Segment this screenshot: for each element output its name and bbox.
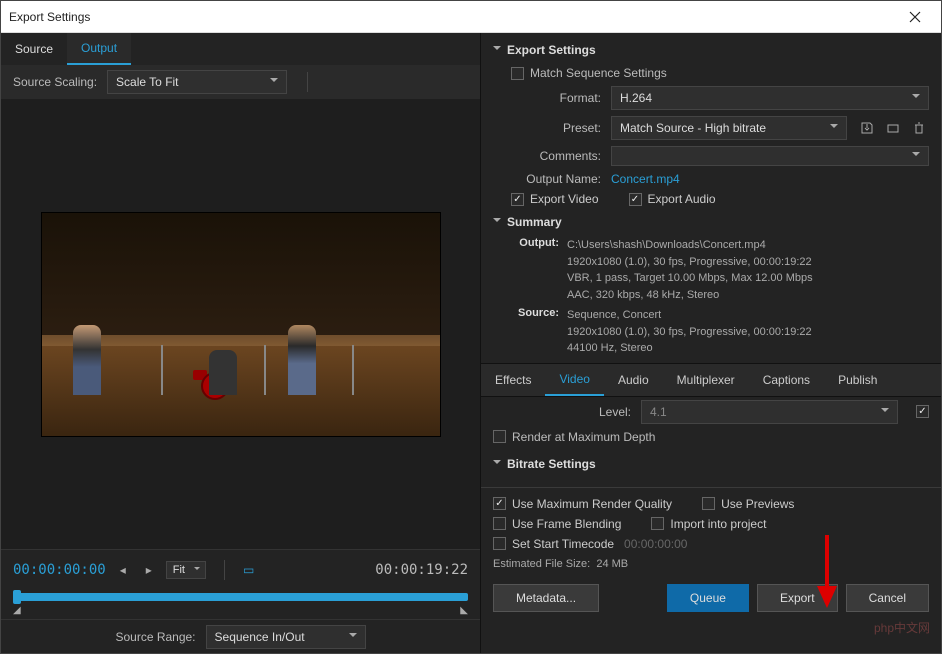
queue-button[interactable]: Queue: [667, 584, 749, 612]
import-project-checkbox[interactable]: [651, 517, 664, 530]
save-preset-icon[interactable]: [857, 118, 877, 138]
tab-output[interactable]: Output: [67, 33, 131, 65]
tab-video[interactable]: Video: [545, 364, 603, 396]
tab-captions[interactable]: Captions: [749, 364, 824, 396]
close-icon: [909, 11, 921, 23]
timecode-end: 00:00:19:22: [375, 562, 468, 578]
summary-source-text: Sequence, Concert 1920x1080 (1.0), 30 fp…: [567, 307, 929, 357]
prev-frame-button[interactable]: ◂: [114, 561, 132, 579]
source-range-dropdown[interactable]: Sequence In/Out: [206, 625, 366, 649]
tab-source[interactable]: Source: [1, 33, 67, 65]
match-sequence-checkbox[interactable]: [511, 67, 524, 80]
timeline-controls: 00:00:00:00 ◂ ▸ Fit ▭ 00:00:19:22: [1, 549, 480, 589]
source-range-label: Source Range:: [115, 630, 195, 644]
tab-multiplexer[interactable]: Multiplexer: [663, 364, 749, 396]
crop-icon[interactable]: ▭: [243, 563, 254, 577]
timecode-start[interactable]: 00:00:00:00: [13, 562, 106, 578]
comments-field[interactable]: [611, 146, 929, 166]
render-max-depth-checkbox[interactable]: [493, 430, 506, 443]
window-title: Export Settings: [9, 10, 897, 24]
tab-audio[interactable]: Audio: [604, 364, 663, 396]
level-dropdown[interactable]: 4.1: [641, 400, 898, 424]
import-preset-icon[interactable]: [883, 118, 903, 138]
metadata-button[interactable]: Metadata...: [493, 584, 599, 612]
max-render-quality-checkbox[interactable]: ✓: [493, 497, 506, 510]
summary-source-label: Source:: [511, 307, 559, 357]
match-sequence-label: Match Sequence Settings: [530, 66, 667, 80]
out-marker-icon[interactable]: ◣: [460, 605, 468, 616]
right-panel: Export Settings Match Sequence Settings …: [481, 33, 941, 653]
playhead[interactable]: [13, 590, 21, 604]
scaling-label: Source Scaling:: [13, 75, 97, 89]
video-preview[interactable]: [41, 212, 441, 437]
preset-dropdown[interactable]: Match Source - High bitrate: [611, 116, 847, 140]
comments-label: Comments:: [511, 149, 601, 163]
format-dropdown[interactable]: H.264: [611, 86, 929, 110]
cancel-button[interactable]: Cancel: [846, 584, 929, 612]
output-name-label: Output Name:: [511, 172, 601, 186]
preview-area: [1, 99, 480, 549]
summary-output-text: C:\Users\shash\Downloads\Concert.mp4 192…: [567, 237, 929, 303]
export-button[interactable]: Export: [757, 584, 838, 612]
export-settings-header[interactable]: Export Settings: [493, 37, 929, 63]
summary-header[interactable]: Summary: [493, 209, 929, 235]
export-audio-checkbox[interactable]: ✓: [629, 193, 642, 206]
export-settings-window: Export Settings Source Output Source Sca…: [0, 0, 942, 654]
summary-output-label: Output:: [511, 237, 559, 303]
in-marker-icon[interactable]: ◢: [13, 605, 21, 616]
left-panel: Source Output Source Scaling: Scale To F…: [1, 33, 481, 653]
close-button[interactable]: [897, 3, 933, 31]
delete-preset-icon[interactable]: [909, 118, 929, 138]
bitrate-header[interactable]: Bitrate Settings: [493, 451, 929, 477]
preview-tabs: Source Output: [1, 33, 480, 65]
render-max-depth-label: Render at Maximum Depth: [512, 430, 655, 444]
chevron-down-icon: [493, 460, 501, 468]
output-name-link[interactable]: Concert.mp4: [611, 172, 680, 186]
divider: [307, 72, 308, 92]
chevron-down-icon: [493, 218, 501, 226]
scaling-dropdown[interactable]: Scale To Fit: [107, 70, 287, 94]
chevron-down-icon: [493, 46, 501, 54]
next-frame-button[interactable]: ▸: [140, 561, 158, 579]
tab-effects[interactable]: Effects: [481, 364, 545, 396]
level-match-checkbox[interactable]: ✓: [916, 405, 929, 418]
scrub-bar[interactable]: ◢◣: [1, 589, 480, 619]
use-previews-checkbox[interactable]: [702, 497, 715, 510]
zoom-dropdown[interactable]: Fit: [166, 561, 206, 579]
frame-blending-checkbox[interactable]: [493, 517, 506, 530]
level-row: Level: 4.1 ✓: [481, 397, 941, 427]
format-label: Format:: [511, 91, 601, 105]
estimated-size: Estimated File Size: 24 MB: [481, 554, 941, 574]
preset-label: Preset:: [511, 121, 601, 135]
titlebar: Export Settings: [1, 1, 941, 33]
action-buttons: Metadata... Queue Export Cancel: [481, 574, 941, 622]
level-label: Level:: [481, 405, 631, 419]
scaling-row: Source Scaling: Scale To Fit: [1, 65, 480, 99]
source-range-row: Source Range: Sequence In/Out: [1, 619, 480, 653]
export-video-checkbox[interactable]: ✓: [511, 193, 524, 206]
tab-publish[interactable]: Publish: [824, 364, 891, 396]
set-start-tc-checkbox[interactable]: [493, 537, 506, 550]
settings-tabs: Effects Video Audio Multiplexer Captions…: [481, 363, 941, 397]
